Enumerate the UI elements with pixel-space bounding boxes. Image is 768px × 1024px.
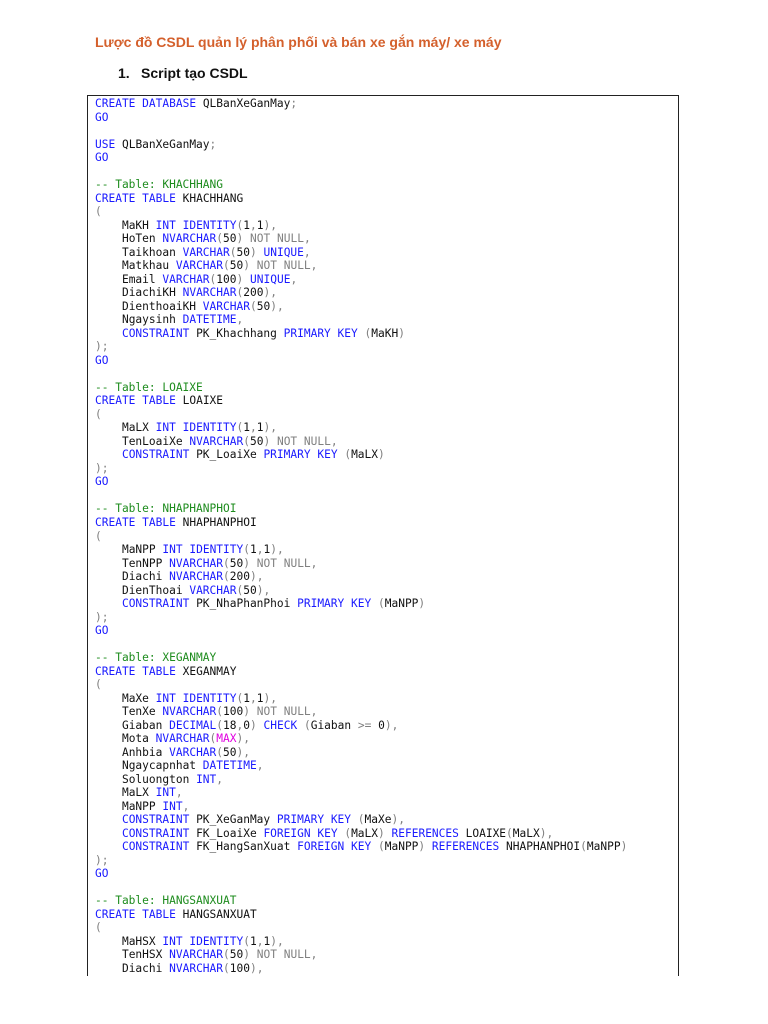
sql-script: CREATE DATABASE QLBanXeGanMay; GO USE QLB… — [95, 97, 627, 976]
code-line: ( — [95, 921, 102, 935]
code-line: DiachiKH NVARCHAR(200), — [121, 286, 277, 300]
code-line: GO — [95, 151, 109, 165]
code-line: MaNPP INT IDENTITY(1,1), — [121, 543, 284, 557]
code-line: -- Table: NHAPHANPHOI — [95, 502, 237, 516]
code-line: Email VARCHAR(100) UNIQUE, — [121, 272, 298, 286]
code-line: MaLX INT IDENTITY(1,1), — [121, 421, 278, 435]
code-line: TenXe NVARCHAR(100) NOT NULL, — [121, 705, 318, 719]
code-line: DienThoai VARCHAR(50), — [121, 583, 271, 597]
code-line: HoTen NVARCHAR(50) NOT NULL, — [121, 232, 311, 246]
code-line: MaXe INT IDENTITY(1,1), — [121, 691, 278, 705]
code-line: CREATE TABLE LOAIXE — [95, 394, 224, 408]
code-line: CONSTRAINT PK_Khachhang PRIMARY KEY (MaK… — [121, 326, 405, 340]
code-line: CONSTRAINT FK_LoaiXe FOREIGN KEY (MaLX) … — [121, 826, 554, 840]
code-line: GO — [95, 110, 109, 124]
code-line: CREATE TABLE KHACHHANG — [95, 191, 244, 205]
code-line: TenHSX NVARCHAR(50) NOT NULL, — [121, 948, 318, 962]
code-line: CREATE TABLE NHAPHANPHOI — [95, 515, 257, 529]
code-block: CREATE DATABASE QLBanXeGanMay; GO USE QLB… — [87, 95, 679, 976]
code-line: MaKH INT IDENTITY(1,1), — [121, 218, 278, 232]
code-line: Taikhoan VARCHAR(50) UNIQUE, — [121, 245, 311, 259]
code-line: ); — [95, 853, 109, 867]
code-line: MaNPP INT, — [121, 799, 190, 813]
code-line: GO — [95, 353, 109, 367]
code-line: CONSTRAINT FK_HangSanXuat FOREIGN KEY (M… — [121, 840, 628, 854]
code-line: ( — [95, 678, 102, 692]
code-line: MaHSX INT IDENTITY(1,1), — [121, 934, 284, 948]
code-line: ); — [95, 340, 109, 354]
code-line: GO — [95, 475, 109, 489]
code-line: Diachi NVARCHAR(200), — [121, 570, 264, 584]
code-line: ( — [95, 529, 102, 543]
code-line: TenLoaiXe NVARCHAR(50) NOT NULL, — [121, 434, 338, 448]
code-line: Mota NVARCHAR(MAX), — [121, 732, 251, 746]
code-line: ); — [95, 610, 109, 624]
code-line: Matkhau VARCHAR(50) NOT NULL, — [121, 259, 318, 273]
code-line: Anhbia VARCHAR(50), — [121, 745, 251, 759]
code-line: ( — [95, 407, 102, 421]
code-line: Soluongton INT, — [121, 772, 224, 786]
section-heading: 1. Script tạo CSDL — [118, 65, 248, 81]
code-line: CREATE TABLE HANGSANXUAT — [95, 907, 257, 921]
code-line: -- Table: XEGANMAY — [95, 651, 217, 665]
section-number: 1. — [118, 65, 130, 81]
code-line: Diachi NVARCHAR(100), — [121, 962, 264, 975]
code-line: CONSTRAINT PK_LoaiXe PRIMARY KEY (MaLX) — [121, 448, 385, 462]
code-line: DienthoaiKH VARCHAR(50), — [121, 299, 284, 313]
code-line: TenNPP NVARCHAR(50) NOT NULL, — [121, 556, 318, 570]
code-line: ( — [95, 205, 102, 219]
code-line: CREATE DATABASE QLBanXeGanMay; — [95, 97, 298, 110]
code-line: CONSTRAINT PK_XeGanMay PRIMARY KEY (MaXe… — [121, 813, 405, 827]
code-line: Ngaycapnhat DATETIME, — [121, 759, 264, 773]
code-line: MaLX INT, — [121, 786, 183, 800]
code-line: Giaban DECIMAL(18,0) CHECK (Giaban >= 0)… — [121, 718, 399, 732]
code-line: GO — [95, 624, 109, 638]
code-line: CONSTRAINT PK_NhaPhanPhoi PRIMARY KEY (M… — [121, 597, 426, 611]
code-line: USE QLBanXeGanMay; — [95, 137, 217, 151]
code-line: -- Table: HANGSANXUAT — [95, 894, 237, 908]
code-line: CREATE TABLE XEGANMAY — [95, 664, 237, 678]
code-line: -- Table: LOAIXE — [95, 380, 203, 394]
document-title: Lược đồ CSDL quản lý phân phối và bán xe… — [95, 34, 502, 50]
code-line: GO — [95, 867, 109, 881]
code-line: -- Table: KHACHHANG — [95, 178, 223, 192]
code-line: Ngaysinh DATETIME, — [121, 313, 244, 327]
code-line: ); — [95, 461, 109, 475]
section-title: Script tạo CSDL — [141, 65, 248, 81]
